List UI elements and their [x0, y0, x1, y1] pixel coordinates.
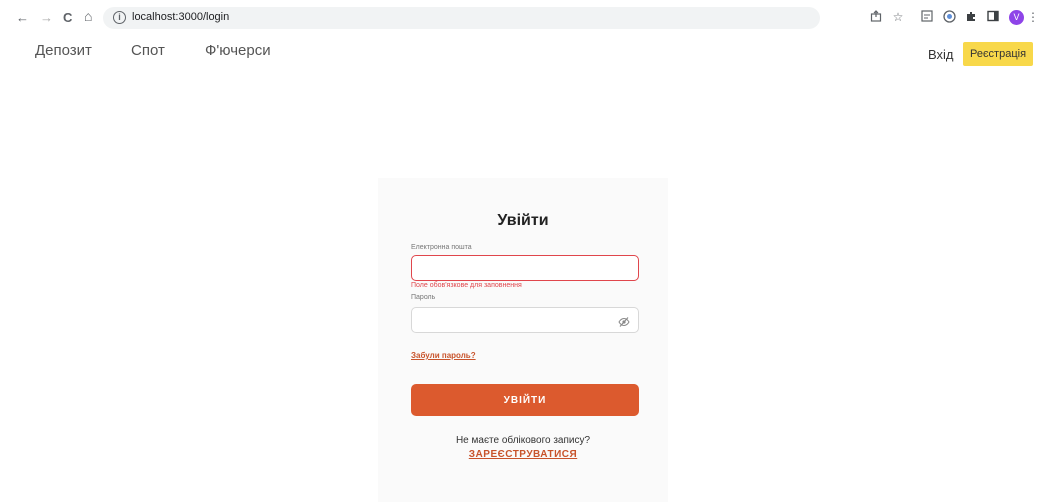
address-bar[interactable]: i localhost:3000/login — [103, 7, 820, 29]
profile-avatar[interactable]: V — [1009, 10, 1024, 25]
eye-off-icon[interactable] — [618, 315, 630, 327]
nav-deposit[interactable]: Депозит — [35, 42, 92, 59]
forward-icon[interactable]: → — [40, 11, 53, 25]
nav-futures[interactable]: Ф'ючерси — [205, 42, 271, 59]
login-card: Увійти Електронна пошта Поле обов'язкове… — [378, 178, 668, 502]
email-label: Електронна пошта — [411, 244, 472, 251]
signup-link[interactable]: ЗАРЕЄСТРУВАТИСЯ — [378, 449, 668, 460]
side-panel-icon[interactable] — [986, 10, 1000, 24]
extension-circle-icon[interactable] — [942, 10, 956, 24]
email-field[interactable] — [411, 255, 639, 281]
register-button[interactable]: Реєстрація — [963, 42, 1033, 66]
browser-toolbar: ← → C ⌂ i localhost:3000/login ☆ V ⋮ — [0, 0, 1040, 36]
share-icon[interactable] — [869, 10, 883, 24]
login-link[interactable]: Вхід — [928, 47, 954, 62]
nav-spot[interactable]: Спот — [131, 42, 165, 59]
menu-kebab-icon[interactable]: ⋮ — [1026, 10, 1040, 24]
reload-icon[interactable]: C — [63, 11, 72, 25]
url-text[interactable]: localhost:3000/login — [132, 11, 229, 23]
home-icon[interactable]: ⌂ — [84, 9, 92, 23]
password-label: Пароль — [411, 294, 436, 301]
extensions-puzzle-icon[interactable] — [964, 10, 978, 24]
email-error-text: Поле обов'язкове для заповнення — [411, 282, 522, 289]
bookmark-star-icon[interactable]: ☆ — [891, 10, 905, 24]
login-submit-button[interactable]: УВІЙТИ — [411, 384, 639, 416]
forgot-password-link[interactable]: Забули пароль? — [411, 351, 476, 360]
back-icon[interactable]: ← — [16, 11, 29, 25]
site-info-icon[interactable]: i — [113, 11, 126, 24]
password-field[interactable] — [411, 307, 639, 333]
extension-icon[interactable] — [920, 10, 934, 24]
login-title: Увійти — [497, 212, 549, 229]
no-account-text: Не маєте облікового запису? — [455, 435, 591, 446]
